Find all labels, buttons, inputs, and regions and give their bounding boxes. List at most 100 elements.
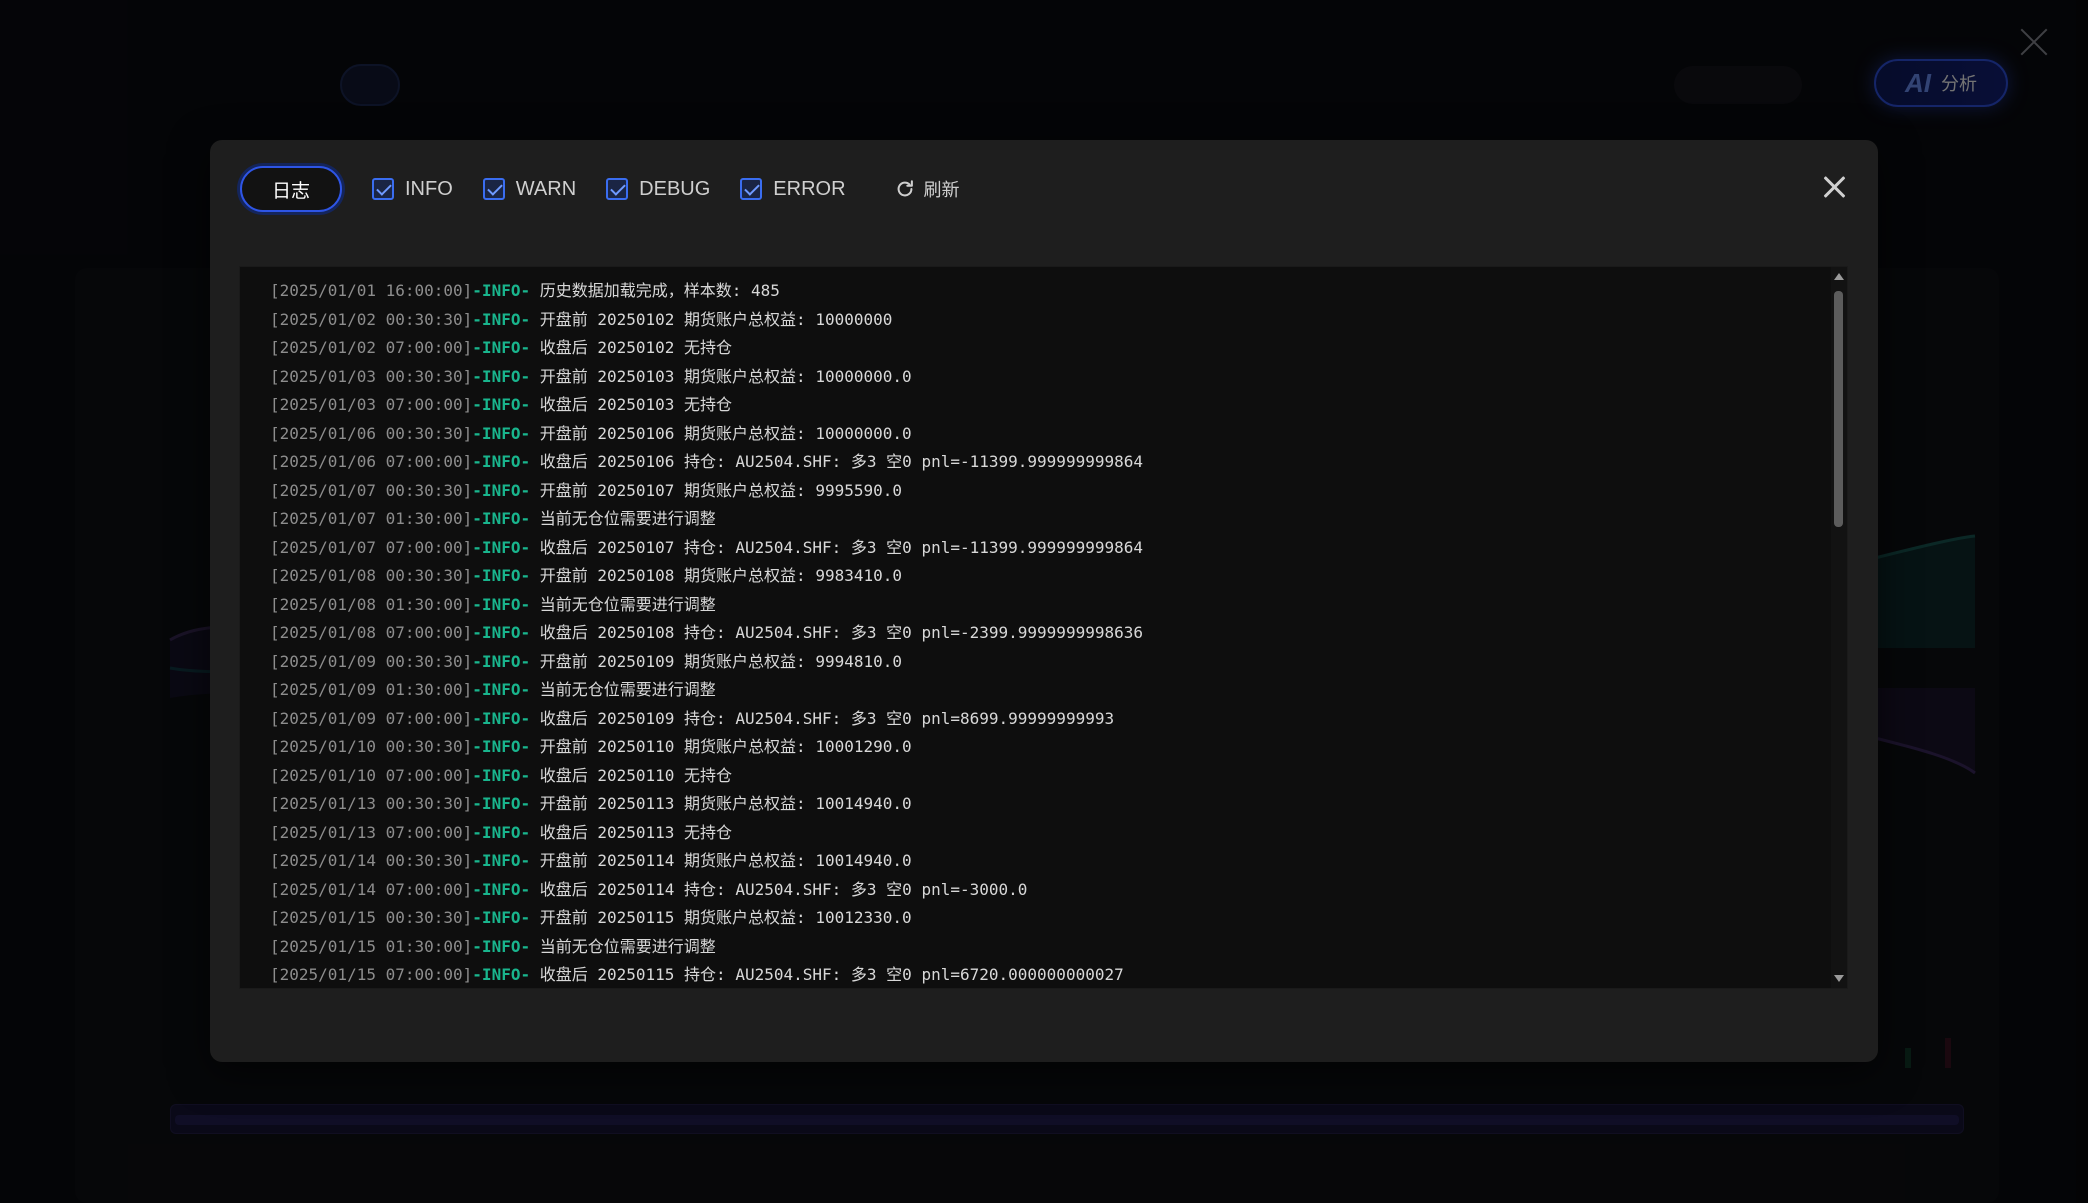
log-timestamp: [2025/01/15 01:30:00]	[270, 936, 473, 956]
log-message: 当前无仓位需要进行调整	[530, 936, 716, 956]
log-timestamp: [2025/01/10 07:00:00]	[270, 765, 473, 785]
log-timestamp: [2025/01/08 00:30:30]	[270, 566, 473, 585]
log-message: 收盘后 20250107 持仓: AU2504.SHF: 多3 空0 pnl=-…	[530, 537, 1144, 557]
refresh-icon	[897, 180, 913, 197]
log-timestamp: [2025/01/07 00:30:30]	[270, 480, 473, 500]
log-level: -INFO-	[472, 708, 531, 728]
log-timestamp: [2025/01/09 00:30:30]	[270, 651, 473, 671]
log-line: [2025/01/03 07:00:00]-INFO- 收盘后 20250103…	[270, 391, 1817, 420]
log-timestamp: [2025/01/07 01:30:00]	[270, 509, 473, 528]
log-message: 开盘前 20250103 期货账户总权益: 10000000.0	[530, 366, 912, 386]
log-line: [2025/01/08 01:30:00]-INFO- 当前无仓位需要进行调整	[270, 591, 1817, 620]
refresh-button[interactable]: 刷新	[894, 176, 960, 202]
log-message: 收盘后 20250108 持仓: AU2504.SHF: 多3 空0 pnl=-…	[530, 623, 1144, 642]
log-level: -INFO-	[472, 594, 531, 614]
log-message: 收盘后 20250109 持仓: AU2504.SHF: 多3 空0 pnl=8…	[530, 708, 1115, 728]
checkbox-checked-icon[interactable]	[482, 178, 505, 200]
log-line: [2025/01/09 00:30:30]-INFO- 开盘前 20250109…	[270, 648, 1817, 677]
log-tab[interactable]: 日志	[240, 166, 342, 212]
log-level: -INFO-	[472, 537, 531, 557]
log-line: [2025/01/15 01:30:00]-INFO- 当前无仓位需要进行调整	[270, 933, 1817, 962]
log-timestamp: [2025/01/09 01:30:00]	[270, 680, 473, 699]
log-scrollbar[interactable]	[1831, 267, 1847, 988]
log-level: -INFO-	[472, 651, 531, 671]
checkbox-checked-icon[interactable]	[606, 178, 629, 200]
filter-warn-label: WARN	[515, 177, 577, 200]
log-line: [2025/01/10 07:00:00]-INFO- 收盘后 20250110…	[270, 762, 1817, 791]
log-timestamp: [2025/01/15 07:00:00]	[270, 965, 473, 984]
log-level: -INFO-	[472, 281, 531, 300]
log-message: 收盘后 20250102 无持仓	[530, 338, 733, 357]
filter-error-label: ERROR	[773, 177, 846, 200]
checkbox-checked-icon[interactable]	[372, 178, 394, 200]
log-level: -INFO-	[472, 936, 531, 956]
log-line: [2025/01/13 07:00:00]-INFO- 收盘后 20250113…	[270, 819, 1817, 848]
log-timestamp: [2025/01/13 07:00:00]	[270, 822, 473, 842]
filter-debug-checkbox[interactable]: DEBUG	[606, 178, 710, 201]
log-level: -INFO-	[472, 480, 531, 500]
log-level: -INFO-	[472, 566, 531, 585]
log-line: [2025/01/07 07:00:00]-INFO- 收盘后 20250107…	[270, 534, 1817, 563]
log-timestamp: [2025/01/15 00:30:30]	[270, 908, 473, 927]
filter-info-label: INFO	[405, 177, 453, 200]
log-timestamp: [2025/01/06 07:00:00]	[270, 452, 473, 471]
log-toolbar: 日志 INFO WARN DEBUG ERROR 刷新	[240, 164, 1848, 214]
log-level: -INFO-	[472, 822, 531, 842]
log-message: 开盘前 20250113 期货账户总权益: 10014940.0	[530, 794, 912, 813]
log-line: [2025/01/01 16:00:00]-INFO- 历史数据加载完成，样本数…	[270, 277, 1817, 306]
log-message: 开盘前 20250107 期货账户总权益: 9995590.0	[530, 480, 903, 500]
filter-error-checkbox[interactable]: ERROR	[740, 177, 846, 201]
modal-close-icon[interactable]	[1822, 174, 1848, 200]
scroll-down-icon[interactable]	[1834, 975, 1844, 982]
log-viewer[interactable]: [2025/01/01 16:00:00] -INFO- 历史数据加载完成，样本数…	[239, 266, 1848, 989]
log-level: -INFO-	[472, 908, 531, 927]
log-message: 当前无仓位需要进行调整	[530, 594, 716, 614]
log-message: 收盘后 20250106 持仓: AU2504.SHF: 多3 空0 pnl=-…	[530, 452, 1144, 471]
log-modal: 日志 INFO WARN DEBUG ERROR 刷新 [2025/01/01 …	[210, 140, 1878, 1062]
log-line: [2025/01/06 07:00:00]-INFO- 收盘后 20250106…	[270, 448, 1817, 477]
log-message: 开盘前 20250114 期货账户总权益: 10014940.0	[530, 851, 912, 870]
filter-warn-checkbox[interactable]: WARN	[482, 177, 577, 201]
log-message: 收盘后 20250110 无持仓	[530, 765, 733, 785]
log-level: -INFO-	[472, 794, 531, 813]
log-level: -INFO-	[472, 338, 531, 357]
log-message: 收盘后 20250114 持仓: AU2504.SHF: 多3 空0 pnl=-…	[530, 879, 1028, 899]
log-level: -INFO-	[472, 423, 531, 443]
log-level: -INFO-	[472, 765, 531, 785]
filter-info-checkbox[interactable]: INFO	[372, 178, 453, 201]
log-message: 开盘前 20250115 期货账户总权益: 10012330.0	[530, 908, 912, 927]
log-message: 历史数据加载完成，样本数: 485	[530, 281, 780, 300]
log-level: -INFO-	[472, 851, 531, 870]
log-line: [2025/01/10 00:30:30]-INFO- 开盘前 20250110…	[270, 733, 1817, 762]
log-message: 收盘后 20250113 无持仓	[530, 822, 733, 842]
log-message: 开盘前 20250106 期货账户总权益: 10000000.0	[530, 423, 912, 443]
scroll-up-icon[interactable]	[1834, 273, 1844, 280]
refresh-label: 刷新	[923, 180, 960, 200]
log-timestamp: [2025/01/01 16:00:00]	[270, 281, 473, 300]
log-timestamp: [2025/01/10 00:30:30]	[270, 737, 473, 756]
log-timestamp: [2025/01/14 07:00:00]	[270, 879, 473, 899]
log-message: 开盘前 20250109 期货账户总权益: 9994810.0	[530, 651, 903, 671]
log-level: -INFO-	[472, 680, 531, 699]
log-level: -INFO-	[472, 309, 531, 329]
log-message: 当前无仓位需要进行调整	[530, 680, 716, 699]
log-line: [2025/01/08 00:30:30]-INFO- 开盘前 20250108…	[270, 562, 1817, 591]
log-message: 当前无仓位需要进行调整	[530, 509, 716, 528]
log-level: -INFO-	[472, 879, 531, 899]
log-line: [2025/01/15 07:00:00]-INFO- 收盘后 20250115…	[270, 961, 1817, 988]
log-message: 收盘后 20250103 无持仓	[530, 395, 733, 414]
log-level: -INFO-	[472, 452, 531, 471]
log-level: -INFO-	[472, 737, 531, 756]
scroll-thumb[interactable]	[1834, 291, 1843, 527]
log-timestamp: [2025/01/08 07:00:00]	[270, 623, 473, 642]
log-timestamp: [2025/01/09 07:00:00]	[270, 708, 473, 728]
log-timestamp: [2025/01/02 07:00:00]	[270, 338, 473, 357]
log-message: 开盘前 20250102 期货账户总权益: 10000000	[530, 309, 893, 329]
log-level: -INFO-	[472, 509, 531, 528]
checkbox-checked-icon[interactable]	[740, 178, 763, 200]
log-timestamp: [2025/01/07 07:00:00]	[270, 537, 473, 557]
log-line: [2025/01/09 07:00:00]-INFO- 收盘后 20250109…	[270, 705, 1817, 734]
log-level: -INFO-	[472, 395, 531, 414]
log-timestamp: [2025/01/08 01:30:00]	[270, 594, 473, 614]
log-timestamp: [2025/01/03 07:00:00]	[270, 395, 473, 414]
